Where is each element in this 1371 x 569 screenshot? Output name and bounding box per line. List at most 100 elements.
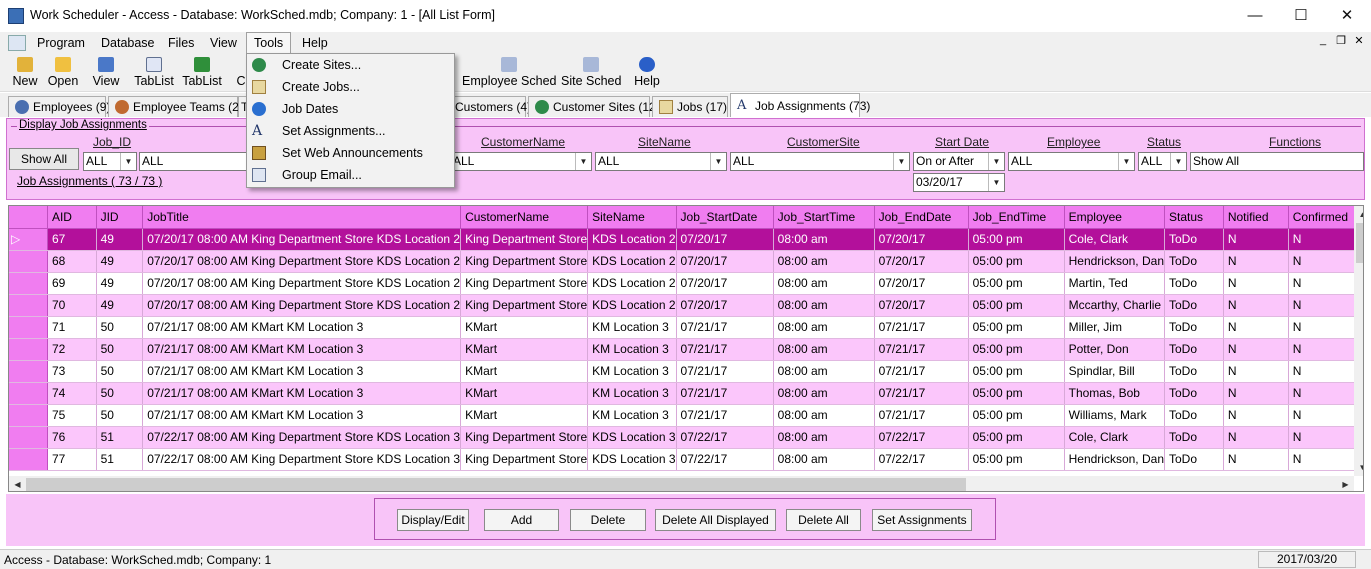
table-cell[interactable]: KDS Location 3 <box>587 426 677 449</box>
close-button[interactable]: ✕ <box>1324 0 1370 31</box>
table-cell[interactable]: N <box>1288 338 1363 361</box>
tab-jobs[interactable]: Jobs (17) <box>652 96 728 117</box>
table-row[interactable]: 76 51 07/22/17 08:00 AM King Department St… <box>9 426 1363 449</box>
table-cell[interactable]: ToDo <box>1164 382 1224 405</box>
table-cell[interactable]: KM Location 3 <box>587 382 677 405</box>
row-selector[interactable] <box>9 338 48 361</box>
chevron-down-icon[interactable]: ▼ <box>988 153 1004 170</box>
table-cell[interactable]: 08:00 am <box>773 294 875 317</box>
table-cell[interactable]: 05:00 pm <box>968 250 1065 273</box>
row-selector[interactable] <box>9 360 48 383</box>
table-cell[interactable]: Potter, Don <box>1064 338 1166 361</box>
table-cell[interactable]: ToDo <box>1164 448 1224 471</box>
tablist-button[interactable]: TabList <box>133 54 175 92</box>
menu-item-job-dates[interactable]: Job Dates <box>247 98 454 120</box>
table-cell[interactable]: 72 <box>47 338 97 361</box>
employee-sched-button[interactable]: Employee Sched <box>462 54 557 92</box>
table-cell[interactable]: 07/20/17 08:00 AM King Department Store … <box>142 250 462 273</box>
table-cell[interactable]: 08:00 am <box>773 426 875 449</box>
maximize-button[interactable]: ☐ <box>1278 0 1324 31</box>
customer-site-filter[interactable]: ALL ▼ <box>730 152 910 171</box>
document-icon[interactable] <box>8 35 26 51</box>
table-cell[interactable]: 07/21/17 <box>874 338 969 361</box>
column-header-site-name[interactable]: SiteName <box>587 206 677 229</box>
table-cell[interactable]: Williams, Mark <box>1064 404 1166 427</box>
table-cell[interactable]: N <box>1223 316 1289 339</box>
table-cell[interactable]: 71 <box>47 316 97 339</box>
menu-help[interactable]: Help <box>295 32 335 54</box>
table-cell[interactable]: N <box>1223 294 1289 317</box>
table-cell[interactable]: ToDo <box>1164 338 1224 361</box>
chevron-down-icon[interactable]: ▼ <box>893 153 909 170</box>
table-cell[interactable]: 07/20/17 <box>874 228 969 251</box>
functions-filter[interactable]: Show All <box>1190 152 1364 171</box>
table-cell[interactable]: 05:00 pm <box>968 338 1065 361</box>
table-cell[interactable]: 07/20/17 08:00 AM King Department Store … <box>142 228 462 251</box>
show-all-button[interactable]: Show All <box>9 148 79 170</box>
table-cell[interactable]: KDS Location 2 <box>587 272 677 295</box>
column-header-job-start-time[interactable]: Job_StartTime <box>773 206 875 229</box>
table-cell[interactable]: 07/21/17 <box>676 382 774 405</box>
table-cell[interactable]: 07/22/17 08:00 AM King Department Store … <box>142 448 462 471</box>
scroll-right-icon[interactable]: ▶ <box>1337 476 1354 491</box>
table-cell[interactable]: KMart <box>460 404 589 427</box>
table-row[interactable]: 75 50 07/21/17 08:00 AM KMart KM Location … <box>9 404 1363 427</box>
table-cell[interactable]: N <box>1288 294 1363 317</box>
table-cell[interactable]: ToDo <box>1164 404 1224 427</box>
vertical-scroll-thumb[interactable] <box>1356 223 1363 263</box>
table-cell[interactable]: 05:00 pm <box>968 382 1065 405</box>
table-cell[interactable]: 07/21/17 <box>676 338 774 361</box>
table-cell[interactable]: 07/22/17 <box>676 448 774 471</box>
table-cell[interactable]: KDS Location 3 <box>587 448 677 471</box>
table-cell[interactable]: N <box>1223 250 1289 273</box>
table-cell[interactable]: N <box>1288 250 1363 273</box>
table-cell[interactable]: 05:00 pm <box>968 272 1065 295</box>
table-cell[interactable]: N <box>1288 382 1363 405</box>
table-cell[interactable]: N <box>1223 382 1289 405</box>
table-cell[interactable]: Thomas, Bob <box>1064 382 1166 405</box>
minimize-button[interactable]: — <box>1232 0 1278 31</box>
table-cell[interactable]: 07/21/17 08:00 AM KMart KM Location 3 <box>142 360 462 383</box>
table-cell[interactable]: 05:00 pm <box>968 404 1065 427</box>
table-cell[interactable]: N <box>1223 404 1289 427</box>
table-cell[interactable]: KMart <box>460 316 589 339</box>
row-selector[interactable] <box>9 426 48 449</box>
table-row[interactable]: 68 49 07/20/17 08:00 AM King Department St… <box>9 250 1363 273</box>
column-header-aid[interactable]: AID <box>47 206 97 229</box>
table-row[interactable]: 72 50 07/21/17 08:00 AM KMart KM Location … <box>9 338 1363 361</box>
table-cell[interactable]: KM Location 3 <box>587 404 677 427</box>
table-cell[interactable]: 07/22/17 <box>874 448 969 471</box>
vertical-scrollbar[interactable]: ▲ ▼ <box>1354 206 1363 476</box>
table-cell[interactable]: 08:00 am <box>773 382 875 405</box>
table-row[interactable]: ▷ 67 49 07/20/17 08:00 AM King Department S… <box>9 228 1363 251</box>
table-cell[interactable]: 08:00 am <box>773 448 875 471</box>
column-header-confirmed[interactable]: Confirmed <box>1288 206 1363 229</box>
table-row[interactable]: 70 49 07/20/17 08:00 AM King Department St… <box>9 294 1363 317</box>
table-cell[interactable]: King Department Store <box>460 448 589 471</box>
table-cell[interactable]: King Department Store <box>460 426 589 449</box>
start-date-picker[interactable]: 03/20/17 ▼ <box>913 173 1005 192</box>
add-button[interactable]: Add <box>484 509 559 531</box>
table-cell[interactable]: 07/20/17 <box>676 272 774 295</box>
table-cell[interactable]: N <box>1288 448 1363 471</box>
chevron-down-icon[interactable]: ▼ <box>120 153 136 170</box>
menu-program[interactable]: Program <box>30 32 92 54</box>
mdi-minimize-button[interactable]: _ <box>1314 34 1332 46</box>
table-cell[interactable]: 07/20/17 <box>676 294 774 317</box>
table-cell[interactable]: 07/20/17 08:00 AM King Department Store … <box>142 294 462 317</box>
table-cell[interactable]: 70 <box>47 294 97 317</box>
table-cell[interactable]: 49 <box>96 250 144 273</box>
table-cell[interactable]: N <box>1223 448 1289 471</box>
horizontal-scroll-thumb[interactable] <box>26 478 966 491</box>
table-cell[interactable]: 07/20/17 <box>676 250 774 273</box>
table-cell[interactable]: KDS Location 2 <box>587 228 677 251</box>
table-cell[interactable]: King Department Store <box>460 272 589 295</box>
column-header-job-title[interactable]: JobTitle <box>142 206 462 229</box>
table-cell[interactable]: 07/20/17 <box>874 272 969 295</box>
row-selector[interactable] <box>9 250 48 273</box>
table-cell[interactable]: 07/21/17 <box>874 404 969 427</box>
table-cell[interactable]: 07/21/17 <box>676 316 774 339</box>
table-cell[interactable]: 67 <box>47 228 97 251</box>
row-selector[interactable]: ▷ <box>9 228 48 251</box>
table-cell[interactable]: 51 <box>96 426 144 449</box>
